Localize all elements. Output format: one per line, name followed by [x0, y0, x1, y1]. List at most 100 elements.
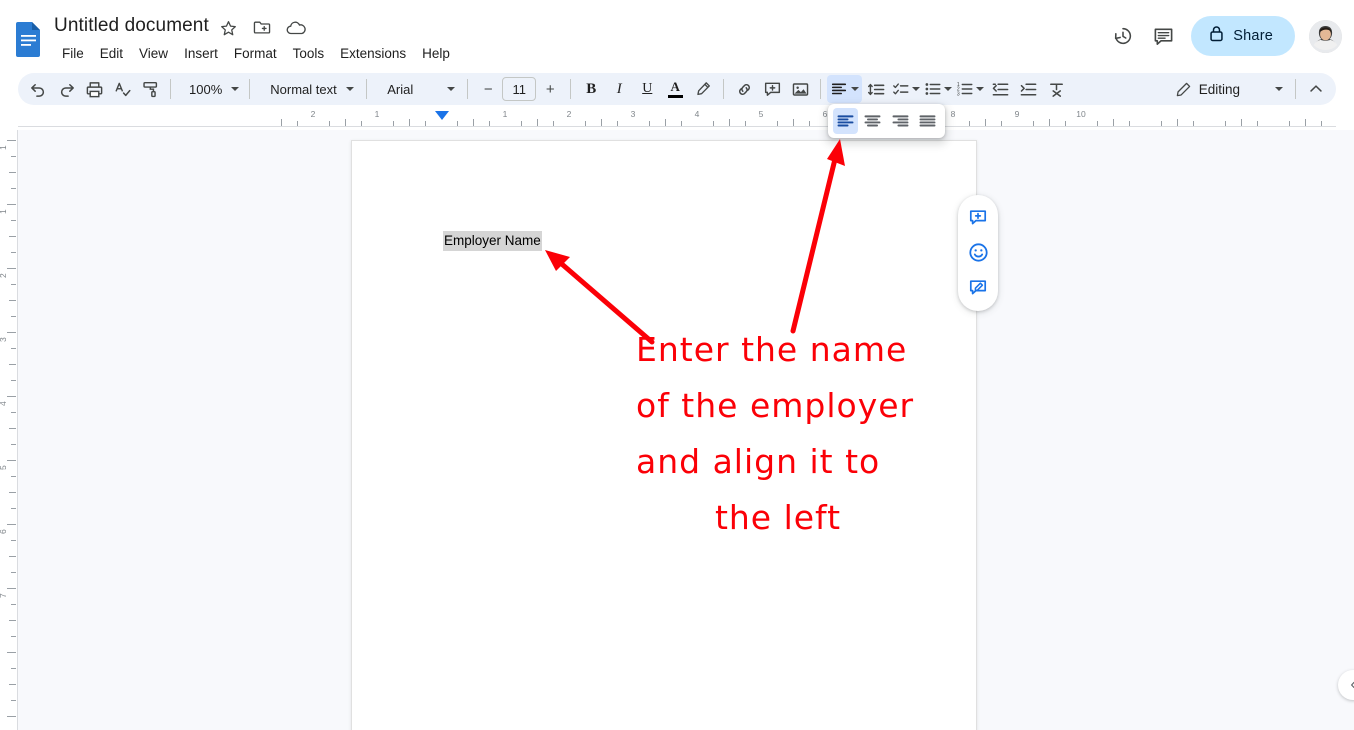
ruler-tick-vertical [11, 188, 16, 189]
ruler-tick-vertical [11, 700, 16, 701]
line-spacing-button[interactable] [862, 75, 890, 103]
open-comment-history-icon[interactable] [1143, 16, 1183, 56]
align-left-option[interactable] [833, 108, 859, 134]
ruler-tick-vertical [11, 636, 16, 637]
horizontal-ruler[interactable]: 2112345678910 [18, 108, 1336, 130]
menu-help[interactable]: Help [414, 43, 458, 64]
menu-extensions[interactable]: Extensions [332, 43, 414, 64]
toolbar-divider [467, 79, 469, 99]
underline-button[interactable]: U [633, 75, 661, 103]
ruler-tick-vertical [7, 332, 16, 333]
toolbar-divider [723, 79, 725, 99]
print-button[interactable] [80, 75, 108, 103]
ruler-label-vertical: 6 [0, 529, 8, 534]
ruler-tick-vertical [7, 652, 16, 653]
font-family-control[interactable]: Arial [373, 75, 461, 103]
user-avatar[interactable] [1309, 19, 1342, 53]
ruler-tick-vertical [11, 316, 16, 317]
align-button[interactable] [827, 75, 863, 103]
clear-formatting-button[interactable] [1042, 75, 1070, 103]
chevron-down-icon [912, 87, 921, 91]
ruler-tick-vertical [9, 684, 16, 685]
docs-file-icon[interactable] [15, 21, 43, 57]
ruler-tick-vertical [11, 252, 16, 253]
align-justify-option[interactable] [915, 108, 940, 134]
ruler-tick-vertical [11, 604, 16, 605]
insert-image-button[interactable] [786, 75, 814, 103]
ruler-tick-vertical [11, 540, 16, 541]
editing-mode-label: Editing [1198, 81, 1240, 97]
ruler-tick [393, 121, 394, 126]
undo-button[interactable] [24, 75, 52, 103]
spellcheck-button[interactable] [108, 75, 136, 103]
paint-format-button[interactable] [136, 75, 164, 103]
decrease-indent-button[interactable] [986, 75, 1014, 103]
document-body-text[interactable]: Employer Name [443, 231, 542, 251]
ruler-tick [585, 121, 586, 126]
font-size-input[interactable]: 11 [502, 77, 537, 101]
ruler-tick [617, 121, 618, 126]
ruler-tick-vertical [11, 284, 16, 285]
menu-bar: File Edit View Insert Format Tools Exten… [54, 43, 458, 64]
cloud-saved-icon[interactable] [286, 18, 306, 38]
suggest-edit-icon[interactable] [964, 274, 992, 302]
ruler-label: 6 [822, 109, 828, 119]
annotation-text: Enter the name of the employer and align… [628, 322, 928, 546]
ruler-tick-vertical [7, 268, 16, 269]
ruler-label: 9 [1014, 109, 1020, 119]
page-title[interactable]: Untitled document [54, 14, 209, 38]
ruler-label: 1 [374, 109, 380, 119]
menu-format[interactable]: Format [226, 43, 285, 64]
checklist-button[interactable] [890, 75, 922, 103]
increase-font-size-label: + [545, 80, 555, 98]
align-center-option[interactable] [860, 108, 885, 134]
editing-mode-control[interactable]: Editing [1167, 75, 1289, 103]
floating-side-toolbar [958, 195, 998, 311]
chevron-down-icon [345, 87, 354, 91]
numbered-list-button[interactable]: 1 2 3 [954, 75, 986, 103]
chevron-left-icon: ‹ [1350, 677, 1354, 693]
menu-view[interactable]: View [131, 43, 176, 64]
increase-font-size-button[interactable]: + [536, 75, 564, 103]
bold-button[interactable]: B [577, 75, 605, 103]
zoom-control[interactable]: 100% [177, 75, 243, 103]
ruler-tick [1097, 121, 1098, 126]
ruler-tick [281, 119, 282, 126]
menu-tools[interactable]: Tools [285, 43, 333, 64]
italic-button[interactable]: I [605, 75, 633, 103]
menu-file[interactable]: File [54, 43, 92, 64]
share-button[interactable]: Share [1191, 16, 1295, 56]
version-history-icon[interactable] [1103, 16, 1143, 56]
lock-icon [1209, 25, 1224, 47]
add-comment-icon[interactable] [964, 204, 992, 232]
hide-menus-button[interactable] [1302, 75, 1330, 103]
font-family-value: Arial [387, 81, 414, 97]
insert-link-button[interactable] [730, 75, 758, 103]
decrease-font-size-label: − [483, 80, 493, 98]
increase-indent-button[interactable] [1014, 75, 1042, 103]
star-icon[interactable] [218, 18, 238, 38]
ruler-tick [425, 121, 426, 126]
ruler-tick [1065, 121, 1066, 126]
emoji-reaction-icon[interactable] [964, 239, 992, 267]
redo-button[interactable] [52, 75, 80, 103]
text-color-button[interactable]: A [661, 75, 689, 103]
bulleted-list-button[interactable] [922, 75, 954, 103]
ruler-tick [809, 121, 810, 126]
chevron-down-icon [976, 87, 985, 91]
ruler-tick [1305, 119, 1306, 126]
collapse-panel-button[interactable]: ‹ [1338, 670, 1354, 700]
paragraph-style-control[interactable]: Normal text [256, 75, 360, 103]
toolbar-divider [570, 79, 572, 99]
highlight-color-button[interactable] [689, 75, 717, 103]
ruler-label: 1 [502, 109, 508, 119]
menu-edit[interactable]: Edit [92, 43, 131, 64]
vertical-ruler[interactable]: 1 1 2 3 4 5 6 7 [0, 130, 18, 730]
move-to-folder-icon[interactable] [252, 18, 272, 38]
chevron-down-icon [1275, 87, 1283, 91]
menu-insert[interactable]: Insert [176, 43, 226, 64]
left-indent-marker[interactable] [435, 111, 449, 120]
add-comment-button[interactable] [758, 75, 786, 103]
decrease-font-size-button[interactable]: − [474, 75, 502, 103]
align-right-option[interactable] [888, 108, 913, 134]
